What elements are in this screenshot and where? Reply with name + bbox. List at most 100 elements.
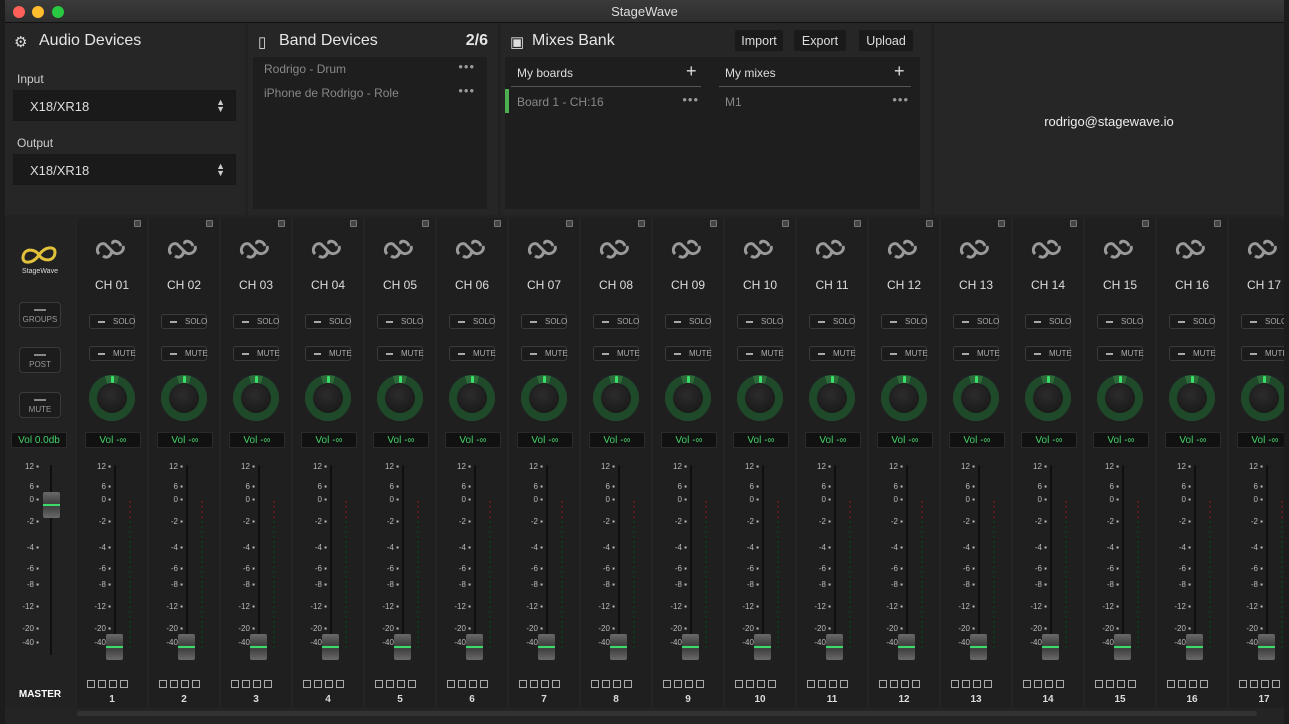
send-toggle[interactable] (1023, 680, 1031, 688)
mute-button[interactable]: MUTE (737, 346, 784, 361)
link-icon[interactable] (453, 238, 491, 262)
solo-button[interactable]: SOLO (665, 314, 711, 329)
gain-knob[interactable] (305, 375, 351, 421)
channel-fader[interactable] (466, 634, 483, 660)
lock-icon[interactable] (998, 220, 1005, 227)
upload-button[interactable]: Upload (859, 30, 913, 51)
lock-icon[interactable] (494, 220, 501, 227)
mute-button[interactable]: MUTE (593, 346, 640, 361)
gain-knob[interactable] (737, 375, 783, 421)
lock-icon[interactable] (350, 220, 357, 227)
groups-button[interactable]: GROUPS (19, 302, 61, 328)
channel-fader[interactable] (250, 634, 267, 660)
send-toggle[interactable] (1045, 680, 1053, 688)
gain-knob[interactable] (233, 375, 279, 421)
send-toggle[interactable] (951, 680, 959, 688)
mute-button[interactable]: MUTE (1241, 346, 1284, 361)
channel-fader[interactable] (754, 634, 771, 660)
solo-button[interactable]: SOLO (593, 314, 639, 329)
send-toggle[interactable] (674, 680, 682, 688)
add-board-icon[interactable]: + (686, 61, 697, 82)
master-mute-button[interactable]: MUTE (19, 392, 61, 418)
account-email[interactable]: rodrigo@stagewave.io (934, 114, 1284, 129)
lock-icon[interactable] (566, 220, 573, 227)
solo-button[interactable]: SOLO (161, 314, 207, 329)
send-toggle[interactable] (480, 680, 488, 688)
gain-knob[interactable] (89, 375, 135, 421)
more-icon[interactable]: ••• (892, 92, 909, 107)
lock-icon[interactable] (1214, 220, 1221, 227)
send-toggle[interactable] (375, 680, 383, 688)
mute-button[interactable]: MUTE (89, 346, 136, 361)
channel-fader[interactable] (682, 634, 699, 660)
lock-icon[interactable] (710, 220, 717, 227)
solo-button[interactable]: SOLO (377, 314, 423, 329)
send-toggle[interactable] (242, 680, 250, 688)
mute-button[interactable]: MUTE (305, 346, 352, 361)
send-toggle[interactable] (98, 680, 106, 688)
channel-fader[interactable] (394, 634, 411, 660)
solo-button[interactable]: SOLO (1169, 314, 1215, 329)
send-toggle[interactable] (1250, 680, 1258, 688)
post-button[interactable]: POST (19, 347, 61, 373)
link-icon[interactable] (381, 238, 419, 262)
gain-knob[interactable] (449, 375, 495, 421)
solo-button[interactable]: SOLO (521, 314, 567, 329)
channel-fader[interactable] (1114, 634, 1131, 660)
mute-button[interactable]: MUTE (1097, 346, 1144, 361)
mix-item[interactable]: M1 ••• (719, 89, 911, 113)
channel-fader[interactable] (322, 634, 339, 660)
gain-knob[interactable] (665, 375, 711, 421)
send-toggle[interactable] (181, 680, 189, 688)
link-icon[interactable] (1245, 238, 1283, 262)
send-toggle[interactable] (303, 680, 311, 688)
mute-button[interactable]: MUTE (161, 346, 208, 361)
send-toggle[interactable] (602, 680, 610, 688)
gain-knob[interactable] (953, 375, 999, 421)
send-toggle[interactable] (386, 680, 394, 688)
lock-icon[interactable] (134, 220, 141, 227)
link-icon[interactable] (1173, 238, 1211, 262)
solo-button[interactable]: SOLO (881, 314, 927, 329)
lock-icon[interactable] (854, 220, 861, 227)
more-icon[interactable]: ••• (458, 83, 475, 98)
lock-icon[interactable] (926, 220, 933, 227)
send-toggle[interactable] (1239, 680, 1247, 688)
send-toggle[interactable] (807, 680, 815, 688)
send-toggle[interactable] (768, 680, 776, 688)
send-toggle[interactable] (685, 680, 693, 688)
channel-fader[interactable] (826, 634, 843, 660)
send-toggle[interactable] (901, 680, 909, 688)
list-item[interactable]: iPhone de Rodrigo - Role ••• (253, 81, 487, 105)
mute-button[interactable]: MUTE (809, 346, 856, 361)
send-toggle[interactable] (1167, 680, 1175, 688)
solo-button[interactable]: SOLO (89, 314, 135, 329)
send-toggle[interactable] (159, 680, 167, 688)
link-icon[interactable] (597, 238, 635, 262)
lock-icon[interactable] (782, 220, 789, 227)
lock-icon[interactable] (422, 220, 429, 227)
channel-fader[interactable] (610, 634, 627, 660)
link-icon[interactable] (813, 238, 851, 262)
gain-knob[interactable] (881, 375, 927, 421)
lock-icon[interactable] (1142, 220, 1149, 227)
send-toggle[interactable] (519, 680, 527, 688)
send-toggle[interactable] (1095, 680, 1103, 688)
send-toggle[interactable] (541, 680, 549, 688)
send-toggle[interactable] (591, 680, 599, 688)
master-fader[interactable] (43, 492, 60, 518)
link-icon[interactable] (885, 238, 923, 262)
lock-icon[interactable] (638, 220, 645, 227)
import-button[interactable]: Import (735, 30, 783, 51)
send-toggle[interactable] (253, 680, 261, 688)
mute-button[interactable]: MUTE (1169, 346, 1216, 361)
send-toggle[interactable] (879, 680, 887, 688)
send-toggle[interactable] (696, 680, 704, 688)
link-icon[interactable] (957, 238, 995, 262)
send-toggle[interactable] (1200, 680, 1208, 688)
link-icon[interactable] (309, 238, 347, 262)
send-toggle[interactable] (962, 680, 970, 688)
send-toggle[interactable] (840, 680, 848, 688)
send-toggle[interactable] (1056, 680, 1064, 688)
solo-button[interactable]: SOLO (233, 314, 279, 329)
